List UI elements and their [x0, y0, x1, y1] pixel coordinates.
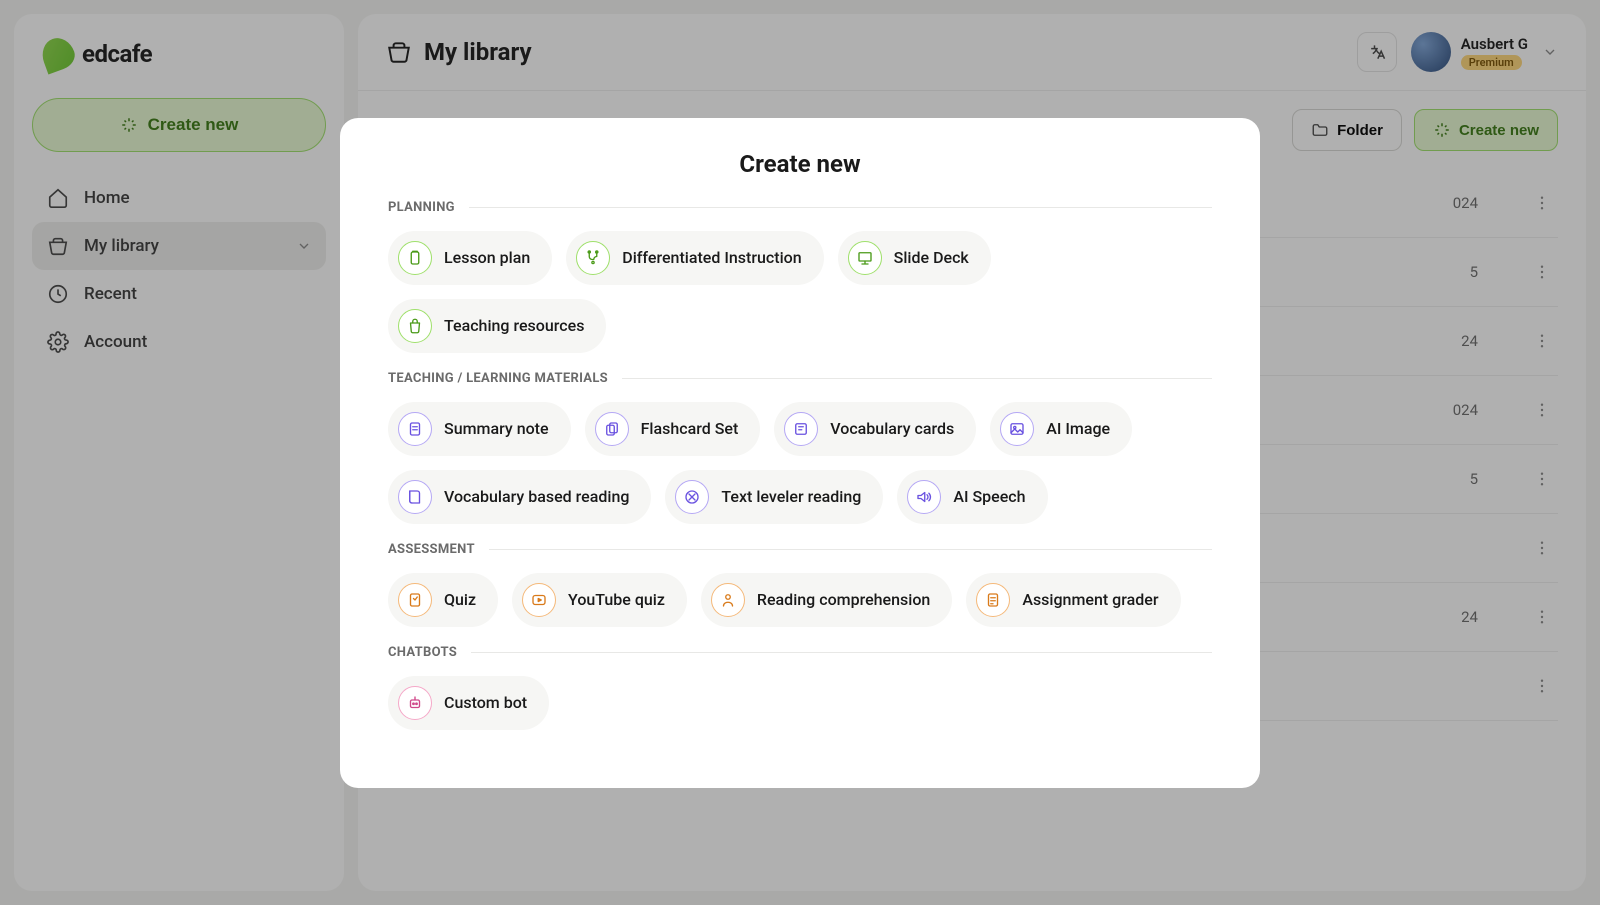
presentation-icon	[848, 241, 882, 275]
create-new-modal: Create new PLANNING Lesson plan Differenti…	[340, 118, 1260, 788]
option-slide-deck[interactable]: Slide Deck	[838, 231, 991, 285]
section-header: TEACHING / LEARNING MATERIALS	[388, 371, 1212, 386]
option-custom-bot[interactable]: Custom bot	[388, 676, 549, 730]
option-text-leveler-reading[interactable]: Text leveler reading	[665, 470, 883, 524]
bot-icon	[398, 686, 432, 720]
bag-icon	[398, 309, 432, 343]
chip-label: Vocabulary cards	[830, 419, 954, 438]
option-teaching-resources[interactable]: Teaching resources	[388, 299, 606, 353]
option-flashcard-set[interactable]: Flashcard Set	[585, 402, 761, 456]
chip-label: Teaching resources	[444, 316, 584, 335]
reading-icon	[711, 583, 745, 617]
option-summary-note[interactable]: Summary note	[388, 402, 571, 456]
chip-group: Lesson plan Differentiated Instruction Sli…	[388, 231, 1212, 353]
section-header: ASSESSMENT	[388, 542, 1212, 557]
option-assignment-grader[interactable]: Assignment grader	[966, 573, 1180, 627]
chip-label: Differentiated Instruction	[622, 248, 801, 267]
chip-group: Custom bot	[388, 676, 1212, 730]
image-icon	[1000, 412, 1034, 446]
chip-label: Vocabulary based reading	[444, 487, 629, 506]
option-quiz[interactable]: Quiz	[388, 573, 498, 627]
option-vocabulary-cards[interactable]: Vocabulary cards	[774, 402, 976, 456]
section-label: PLANNING	[388, 200, 455, 215]
branch-icon	[576, 241, 610, 275]
chip-label: Lesson plan	[444, 248, 530, 267]
vocab-icon	[784, 412, 818, 446]
cards-icon	[595, 412, 629, 446]
note-icon	[398, 412, 432, 446]
option-youtube-quiz[interactable]: YouTube quiz	[512, 573, 687, 627]
youtube-icon	[522, 583, 556, 617]
option-differentiated-instruction[interactable]: Differentiated Instruction	[566, 231, 823, 285]
chip-label: Text leveler reading	[721, 487, 861, 506]
speaker-icon	[907, 480, 941, 514]
option-ai-speech[interactable]: AI Speech	[897, 470, 1047, 524]
section-label: TEACHING / LEARNING MATERIALS	[388, 371, 608, 386]
leveler-icon	[675, 480, 709, 514]
grader-icon	[976, 583, 1010, 617]
clipboard-icon	[398, 241, 432, 275]
option-reading-comprehension[interactable]: Reading comprehension	[701, 573, 952, 627]
modal-overlay[interactable]: Create new PLANNING Lesson plan Differenti…	[0, 0, 1600, 905]
chip-label: Custom bot	[444, 693, 527, 712]
chip-label: Flashcard Set	[641, 419, 739, 438]
chip-label: Summary note	[444, 419, 549, 438]
chip-label: AI Speech	[953, 487, 1025, 506]
chip-label: YouTube quiz	[568, 590, 665, 609]
section-header: PLANNING	[388, 200, 1212, 215]
chip-group: Quiz YouTube quiz Reading comprehension Ass…	[388, 573, 1212, 627]
chip-label: Slide Deck	[894, 248, 969, 267]
section-label: ASSESSMENT	[388, 542, 475, 557]
chip-group: Summary note Flashcard Set Vocabulary card…	[388, 402, 1212, 524]
chip-label: Quiz	[444, 590, 476, 609]
chip-label: AI Image	[1046, 419, 1110, 438]
section-label: CHATBOTS	[388, 645, 457, 660]
chip-label: Reading comprehension	[757, 590, 930, 609]
book-icon	[398, 480, 432, 514]
modal-title: Create new	[388, 150, 1212, 178]
option-ai-image[interactable]: AI Image	[990, 402, 1132, 456]
quiz-icon	[398, 583, 432, 617]
option-lesson-plan[interactable]: Lesson plan	[388, 231, 552, 285]
section-header: CHATBOTS	[388, 645, 1212, 660]
option-vocabulary-based-reading[interactable]: Vocabulary based reading	[388, 470, 651, 524]
chip-label: Assignment grader	[1022, 590, 1158, 609]
